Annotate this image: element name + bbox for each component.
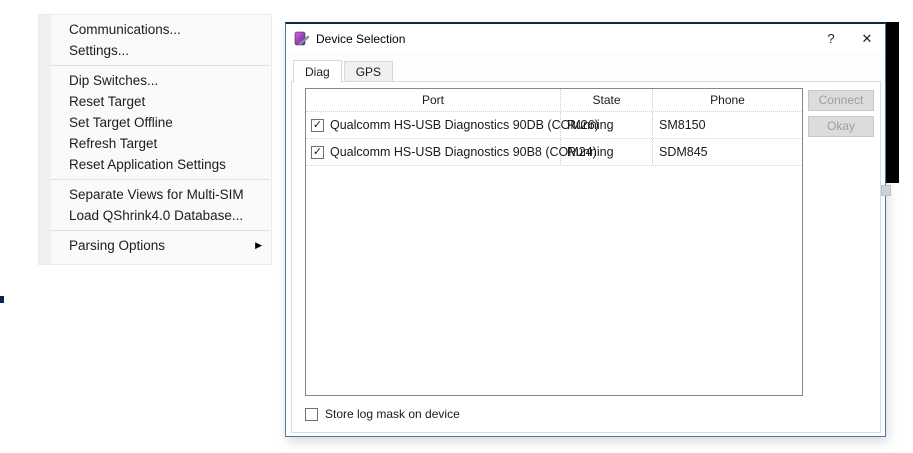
device-app-icon bbox=[294, 31, 310, 47]
port-cell: Qualcomm HS-USB Diagnostics 90DB (COM26) bbox=[330, 112, 599, 138]
phone-cell: SM8150 bbox=[653, 112, 802, 138]
column-header-phone[interactable]: Phone bbox=[653, 89, 802, 111]
menu-item-label: Communications... bbox=[69, 22, 181, 37]
state-cell: Running bbox=[561, 139, 653, 165]
column-header-state[interactable]: State bbox=[561, 89, 653, 111]
menu-separator bbox=[51, 65, 269, 66]
menu-item-label: Separate Views for Multi-SIM bbox=[69, 187, 244, 202]
tab-diag[interactable]: Diag bbox=[293, 60, 342, 83]
tab-gps[interactable]: GPS bbox=[344, 61, 393, 82]
menu-item-label: Refresh Target bbox=[69, 136, 157, 151]
column-header-port[interactable]: Port bbox=[306, 89, 561, 111]
tab-strip: Diag GPS bbox=[293, 60, 393, 82]
menu-item-label: Set Target Offline bbox=[69, 115, 173, 130]
screenshot-root: Communications... Settings... Dip Switch… bbox=[0, 0, 913, 453]
menu-item-reset-application-settings[interactable]: Reset Application Settings bbox=[39, 154, 271, 175]
okay-button[interactable]: Okay bbox=[808, 116, 874, 137]
dialog-title: Device Selection bbox=[316, 32, 405, 46]
phone-cell: SDM845 bbox=[653, 139, 802, 165]
action-buttons: Connect Okay bbox=[808, 90, 874, 137]
store-log-mask-checkbox[interactable]: Store log mask on device bbox=[305, 407, 460, 421]
background-panel bbox=[886, 22, 899, 183]
checkbox-box[interactable] bbox=[305, 408, 318, 421]
menu-item-separate-views-multi-sim[interactable]: Separate Views for Multi-SIM bbox=[39, 184, 271, 205]
menu-item-set-target-offline[interactable]: Set Target Offline bbox=[39, 112, 271, 133]
diag-tab-panel: Port State Phone ✓ Qualcomm HS-USB Diagn… bbox=[291, 81, 881, 433]
menu-item-label: Dip Switches... bbox=[69, 73, 158, 88]
menu-item-dip-switches[interactable]: Dip Switches... bbox=[39, 70, 271, 91]
menu-item-label: Reset Application Settings bbox=[69, 157, 226, 172]
submenu-arrow-icon: ▶ bbox=[255, 235, 262, 256]
menu-item-load-qshrink-database[interactable]: Load QShrink4.0 Database... bbox=[39, 205, 271, 226]
background-window-fragment bbox=[0, 296, 4, 303]
device-checkbox[interactable]: ✓ bbox=[311, 146, 324, 159]
menu-separator bbox=[51, 179, 269, 180]
close-button[interactable]: ✕ bbox=[849, 24, 885, 53]
device-selection-dialog: Device Selection ? ✕ Diag GPS Port State… bbox=[285, 22, 886, 437]
connect-button[interactable]: Connect bbox=[808, 90, 874, 111]
menu-item-label: Load QShrink4.0 Database... bbox=[69, 208, 243, 223]
menu-item-label: Reset Target bbox=[69, 94, 145, 109]
dialog-titlebar[interactable]: Device Selection ? ✕ bbox=[286, 24, 885, 53]
port-cell: Qualcomm HS-USB Diagnostics 90B8 (COM24) bbox=[330, 139, 597, 165]
table-row[interactable]: ✓ Qualcomm HS-USB Diagnostics 90DB (COM2… bbox=[306, 112, 802, 139]
menu-item-label: Parsing Options bbox=[69, 238, 165, 253]
table-row[interactable]: ✓ Qualcomm HS-USB Diagnostics 90B8 (COM2… bbox=[306, 139, 802, 166]
state-cell: Running bbox=[561, 112, 653, 138]
menu-item-label: Settings... bbox=[69, 43, 129, 58]
table-header-row: Port State Phone bbox=[306, 89, 802, 112]
checkbox-label: Store log mask on device bbox=[325, 407, 460, 421]
device-list: Port State Phone ✓ Qualcomm HS-USB Diagn… bbox=[305, 88, 803, 396]
menu-item-reset-target[interactable]: Reset Target bbox=[39, 91, 271, 112]
device-checkbox[interactable]: ✓ bbox=[311, 119, 324, 132]
target-context-menu: Communications... Settings... Dip Switch… bbox=[38, 14, 272, 265]
scrollbar-thumb-fragment bbox=[881, 185, 891, 196]
menu-item-settings[interactable]: Settings... bbox=[39, 40, 271, 61]
menu-item-communications[interactable]: Communications... bbox=[39, 19, 271, 40]
menu-item-parsing-options[interactable]: Parsing Options ▶ bbox=[39, 235, 271, 256]
help-button[interactable]: ? bbox=[813, 24, 849, 53]
menu-item-refresh-target[interactable]: Refresh Target bbox=[39, 133, 271, 154]
menu-separator bbox=[51, 230, 269, 231]
